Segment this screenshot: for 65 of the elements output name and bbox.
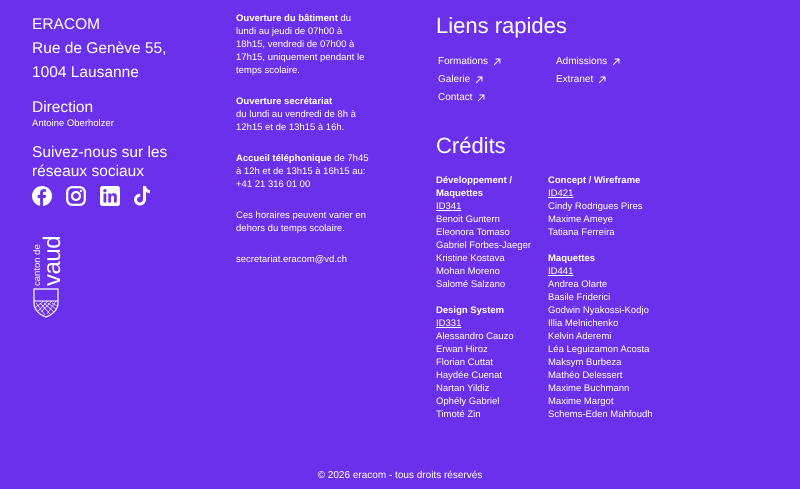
hours-paragraph: Accueil téléphonique de 7h45 à 12h et de 13h15 à 16h15 au: +41 21 316 01 00 bbox=[236, 152, 370, 191]
hours-paragraph: Ouverture du bâtiment du lundi au jeudi de 07h00 à 18h15, vendredi de 07h00 à 17h15, uniquement pendant le temps scolaire. bbox=[236, 12, 366, 77]
address-line: Rue de Genève 55, bbox=[32, 39, 168, 59]
credit-name: Schems-Eden Mahfoudh bbox=[548, 408, 654, 421]
tiktok-icon[interactable] bbox=[134, 186, 151, 206]
class-link[interactable]: ID341 bbox=[436, 200, 462, 213]
copyright-text: © 2026 eracom - tous droits réservés bbox=[318, 470, 482, 483]
quick-link[interactable]: Contact bbox=[438, 91, 486, 104]
quick-link[interactable]: Galerie bbox=[438, 73, 484, 86]
credit-name: Nartan Yildiz bbox=[436, 382, 490, 395]
credit-group-title: Maquettes bbox=[548, 252, 596, 265]
director-name: Antoine Oberholzer bbox=[32, 118, 115, 130]
class-link[interactable]: ID441 bbox=[548, 265, 574, 278]
credit-group-title: Développement / Maquettes bbox=[436, 174, 514, 200]
external-link-icon bbox=[493, 58, 502, 66]
facebook-icon[interactable] bbox=[32, 186, 52, 206]
credit-name: Benoit Guntern bbox=[436, 213, 501, 226]
hours-paragraph: du lundi au vendredi de 8h à 12h15 et de 13h15 à 16h. bbox=[236, 108, 357, 134]
address-line: ERACOM bbox=[32, 15, 102, 35]
credit-name: Tatiana Ferreira bbox=[548, 226, 616, 239]
credit-name: Illia Melnichenko bbox=[548, 317, 620, 330]
direction-title: Direction bbox=[32, 98, 94, 118]
hours-paragraph: secretariat.eracom@vd.ch bbox=[236, 253, 348, 266]
quick-link[interactable]: Admissions bbox=[556, 55, 620, 68]
credit-name: Maxime Margot bbox=[548, 395, 614, 408]
instagram-icon[interactable] bbox=[66, 186, 86, 206]
quick-link[interactable]: Formations bbox=[438, 55, 502, 68]
credit-name: Mathéo Delessert bbox=[548, 369, 624, 382]
credit-name: Godwin Nyakossi-Kodjo bbox=[548, 304, 650, 317]
credit-group-title: Design System bbox=[436, 304, 506, 317]
credit-name: Basile Friderici bbox=[548, 291, 612, 304]
credit-name: Gabriel Forbes-Jaeger bbox=[436, 239, 532, 252]
credit-name: Maxime Ameye bbox=[548, 213, 614, 226]
address-line: 1004 Lausanne bbox=[32, 63, 140, 83]
external-link-icon bbox=[475, 76, 484, 84]
credit-name: Erwan Hiroz bbox=[436, 343, 489, 356]
hours-paragraph: Ces horaires peuvent varier en dehors du temps scolaire. bbox=[236, 209, 367, 235]
credit-name: Cindy Rodrigues Pires bbox=[548, 200, 644, 213]
credit-name: Maksym Burbeza bbox=[548, 356, 622, 369]
hours-heading: Ouverture secrétariat bbox=[236, 95, 334, 108]
credit-name: Alessandro Cauzo bbox=[436, 330, 515, 343]
external-link-icon bbox=[612, 58, 620, 66]
credit-name: Mohan Moreno bbox=[436, 265, 501, 278]
section-title: Liens rapides bbox=[436, 12, 568, 40]
credit-name: Kristine Kostava bbox=[436, 252, 506, 265]
class-link[interactable]: ID331 bbox=[436, 317, 462, 330]
canton-logo: canton de vaud bbox=[32, 218, 60, 318]
credit-name: Maxime Buchmann bbox=[548, 382, 630, 395]
external-link-icon bbox=[598, 76, 606, 84]
credit-name: Salomé Salzano bbox=[436, 278, 506, 291]
linkedin-icon[interactable] bbox=[100, 186, 120, 206]
credit-name: Andrea Olarte bbox=[548, 278, 608, 291]
quick-link[interactable]: Extranet bbox=[556, 73, 606, 86]
credit-name: Haydée Cuenat bbox=[436, 369, 504, 382]
credit-name: Ophély Gabriel bbox=[436, 395, 500, 408]
credit-name: Timoté Zin bbox=[436, 408, 482, 421]
section-title: Crédits bbox=[436, 132, 507, 160]
credit-name: Florian Cuttat bbox=[436, 356, 494, 369]
social-title: Suivez-nous sur les réseaux sociaux bbox=[32, 143, 168, 181]
credit-name: Eleonora Tomaso bbox=[436, 226, 511, 239]
credit-name: Kelvin Aderemi bbox=[548, 330, 612, 343]
external-link-icon bbox=[477, 94, 486, 102]
class-link[interactable]: ID421 bbox=[548, 187, 574, 200]
credit-group-title: Concept / Wireframe bbox=[548, 174, 642, 187]
credit-name: Léa Leguizamon Acosta bbox=[548, 343, 650, 356]
